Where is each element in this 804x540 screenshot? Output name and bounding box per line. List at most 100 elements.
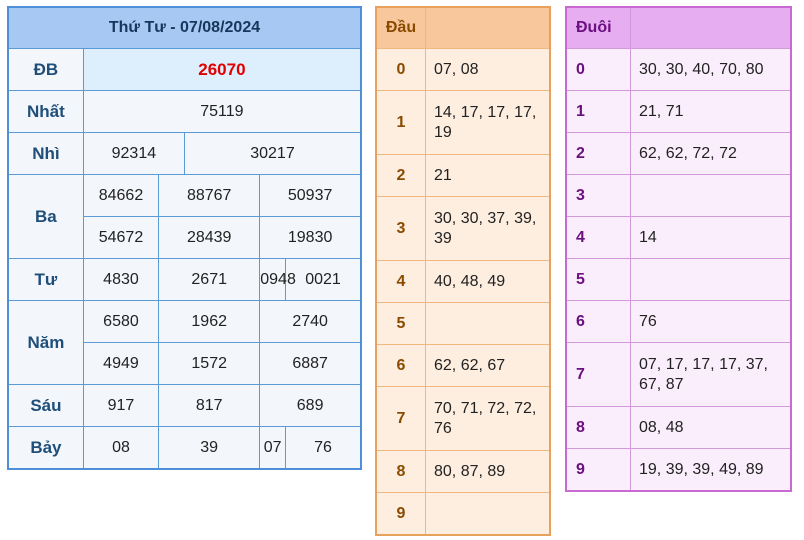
dau-numbers [425, 492, 551, 536]
dau-digit: 1 [375, 90, 426, 155]
dau-digit: 5 [375, 302, 426, 345]
dau-digit: 2 [375, 154, 426, 197]
duoi-numbers: 14 [630, 216, 792, 259]
prize-nam-value: 6580 [82, 300, 160, 343]
duoi-digit: 0 [565, 48, 631, 91]
lottery-results-table: Thứ Tư - 07/08/2024 ĐB 26070 Nhất 75119 … [7, 6, 362, 470]
dau-numbers: 62, 62, 67 [425, 344, 551, 387]
prize-label-tu: Tư [7, 258, 84, 301]
duoi-digit: 3 [565, 174, 631, 217]
prize-nhi-value: 30217 [183, 132, 362, 175]
duoi-digit: 7 [565, 342, 631, 407]
dau-numbers: 70, 71, 72, 72, 76 [425, 386, 551, 451]
duoi-row: 2 62, 62, 72, 72 [565, 132, 792, 175]
dau-table: Đầu 0 07, 08 1 14, 17, 17, 17, 19 2 21 3 30, 30… [375, 6, 551, 536]
duoi-numbers: 76 [630, 300, 792, 343]
duoi-header-blank [630, 6, 792, 49]
duoi-numbers [630, 258, 792, 301]
dau-row: 1 14, 17, 17, 17, 19 [375, 90, 551, 155]
prize-tu-value: 0021 [285, 258, 362, 301]
prize-nhi-value: 92314 [82, 132, 185, 175]
duoi-row: 9 19, 39, 39, 49, 89 [565, 448, 792, 492]
dau-row: 7 70, 71, 72, 72, 76 [375, 386, 551, 451]
duoi-digit: 1 [565, 90, 631, 133]
prize-sau-value: 917 [82, 384, 160, 427]
dau-row: 0 07, 08 [375, 48, 551, 91]
duoi-digit: 5 [565, 258, 631, 301]
dau-digit: 3 [375, 196, 426, 261]
dau-row: 5 [375, 302, 551, 345]
prize-label-nhi: Nhì [7, 132, 84, 175]
prize-sau-value: 817 [158, 384, 261, 427]
dau-digit: 9 [375, 492, 426, 536]
duoi-numbers [630, 174, 792, 217]
duoi-row: 6 76 [565, 300, 792, 343]
prize-tu-value: 4830 [82, 258, 160, 301]
dau-row: 2 21 [375, 154, 551, 197]
prize-tu-value: 0948 [259, 258, 296, 301]
duoi-digit: 6 [565, 300, 631, 343]
prize-label-nam: Năm [7, 300, 84, 385]
prize-ba-value: 28439 [158, 216, 261, 259]
prize-tu-value: 2671 [158, 258, 261, 301]
prize-bay-value: 76 [285, 426, 362, 470]
prize-label-nhat: Nhất [7, 90, 84, 133]
dau-numbers: 30, 30, 37, 39, 39 [425, 196, 551, 261]
dau-row: 6 62, 62, 67 [375, 344, 551, 387]
prize-label-sau: Sáu [7, 384, 84, 427]
results-title: Thứ Tư - 07/08/2024 [7, 6, 362, 49]
prize-ba-value: 84662 [82, 174, 160, 217]
duoi-digit: 4 [565, 216, 631, 259]
dau-numbers [425, 302, 551, 345]
prize-ba-value: 19830 [259, 216, 362, 259]
duoi-row: 8 08, 48 [565, 406, 792, 449]
duoi-digit: 2 [565, 132, 631, 175]
prize-bay-value: 08 [82, 426, 160, 470]
prize-nhat-value: 75119 [82, 90, 362, 133]
prize-bay-value: 07 [259, 426, 287, 470]
prize-label-db: ĐB [7, 48, 84, 91]
duoi-header: Đuôi [565, 6, 631, 49]
prize-label-bay: Bảy [7, 426, 84, 470]
prize-bay-value: 39 [158, 426, 261, 470]
prize-ba-value: 54672 [82, 216, 160, 259]
prize-sau-value: 689 [259, 384, 362, 427]
dau-digit: 0 [375, 48, 426, 91]
duoi-numbers: 30, 30, 40, 70, 80 [630, 48, 792, 91]
dau-digit: 8 [375, 450, 426, 493]
dau-row: 9 [375, 492, 551, 536]
dau-row: 3 30, 30, 37, 39, 39 [375, 196, 551, 261]
duoi-row: 5 [565, 258, 792, 301]
prize-nam-value: 4949 [82, 342, 160, 385]
prize-ba-value: 88767 [158, 174, 261, 217]
duoi-digit: 8 [565, 406, 631, 449]
dau-numbers: 21 [425, 154, 551, 197]
dau-header: Đầu [375, 6, 426, 49]
prize-ba-value: 50937 [259, 174, 362, 217]
duoi-row: 1 21, 71 [565, 90, 792, 133]
duoi-numbers: 07, 17, 17, 17, 37, 67, 87 [630, 342, 792, 407]
dau-row: 8 80, 87, 89 [375, 450, 551, 493]
dau-numbers: 80, 87, 89 [425, 450, 551, 493]
dau-row: 4 40, 48, 49 [375, 260, 551, 303]
prize-nam-value: 2740 [259, 300, 362, 343]
duoi-row: 4 14 [565, 216, 792, 259]
dau-numbers: 07, 08 [425, 48, 551, 91]
dau-digit: 4 [375, 260, 426, 303]
duoi-row: 0 30, 30, 40, 70, 80 [565, 48, 792, 91]
dau-digit: 7 [375, 386, 426, 451]
prize-label-ba: Ba [7, 174, 84, 259]
duoi-numbers: 21, 71 [630, 90, 792, 133]
duoi-numbers: 62, 62, 72, 72 [630, 132, 792, 175]
prize-nam-value: 1572 [158, 342, 261, 385]
prize-nam-value: 6887 [259, 342, 362, 385]
duoi-digit: 9 [565, 448, 631, 492]
prize-nam-value: 1962 [158, 300, 261, 343]
dau-digit: 6 [375, 344, 426, 387]
dau-numbers: 40, 48, 49 [425, 260, 551, 303]
duoi-row: 3 [565, 174, 792, 217]
duoi-numbers: 08, 48 [630, 406, 792, 449]
duoi-row: 7 07, 17, 17, 17, 37, 67, 87 [565, 342, 792, 407]
dau-header-blank [425, 6, 551, 49]
duoi-table: Đuôi 0 30, 30, 40, 70, 80 1 21, 71 2 62, 62, … [565, 6, 792, 492]
